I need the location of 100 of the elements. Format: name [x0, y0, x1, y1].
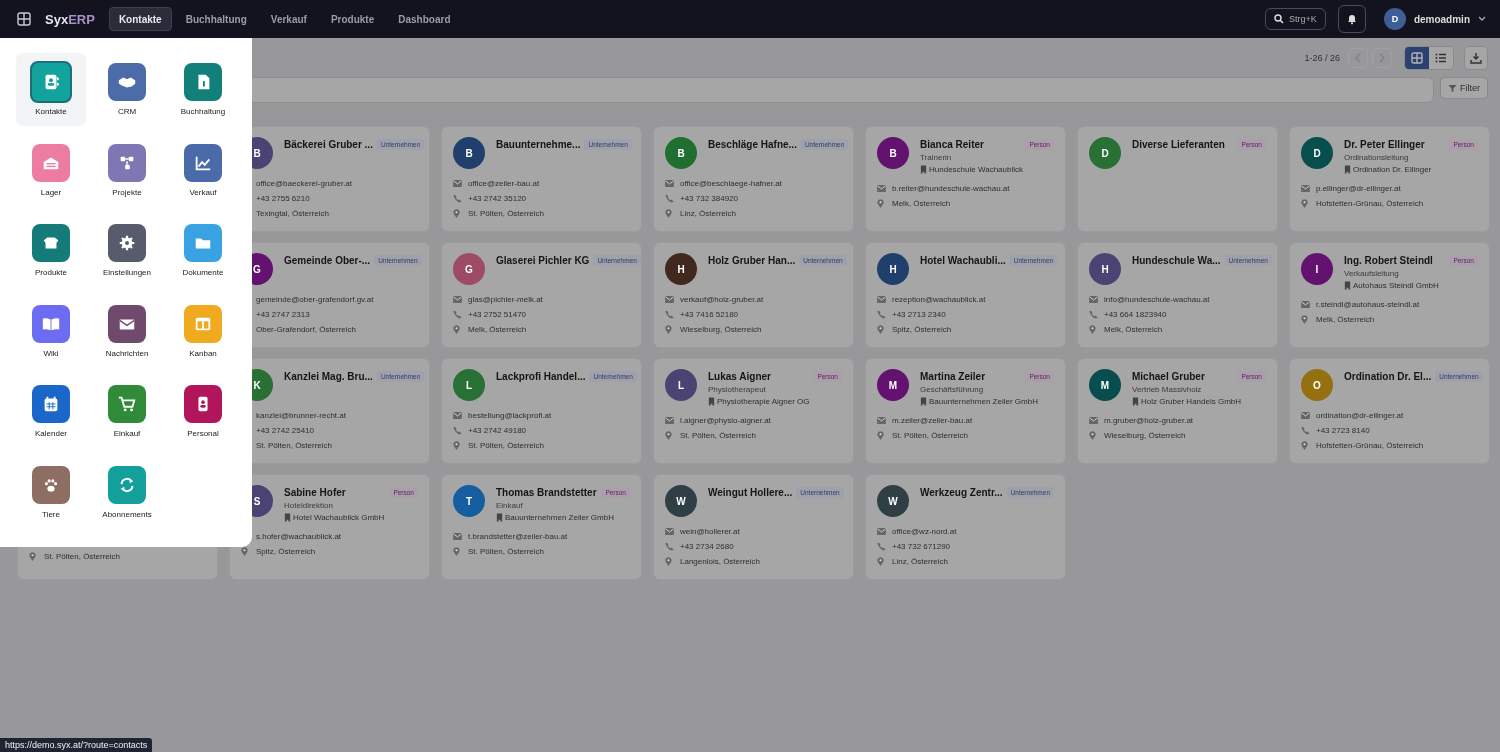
user-name[interactable]: demoadmin [1413, 13, 1470, 25]
contact-avatar: L [453, 369, 485, 401]
contact-phone: +43 2755 6210 [256, 194, 310, 203]
contact-email[interactable]: m.zeiler@zeiler-bau.at [892, 416, 973, 425]
contact-name: Thomas Brandstetter [496, 487, 597, 498]
contact-location: Langenlois, Österreich [680, 557, 761, 566]
location-pin-icon [1301, 441, 1308, 450]
contact-email[interactable]: info@hundeschule-wachau.at [1104, 295, 1210, 304]
app-tile[interactable]: Projekte [92, 133, 162, 207]
download-button[interactable] [1464, 46, 1488, 70]
app-tile[interactable]: Buchhaltung [168, 53, 238, 126]
phone-icon [665, 310, 674, 319]
contact-role: Physiotherapeut [708, 385, 767, 394]
mail-icon [665, 180, 674, 187]
contact-name: Michael Gruber [1132, 371, 1205, 382]
contact-email[interactable]: verkauf@holz-gruber.at [680, 295, 764, 304]
contact-phone: +43 2713 2340 [892, 310, 946, 319]
contact-avatar: L [665, 369, 697, 401]
phone-icon [665, 542, 674, 551]
contact-phone: +43 2752 51470 [468, 310, 527, 319]
contact-email[interactable]: office@zeiler-bau.at [468, 179, 540, 188]
contact-avatar: I [1301, 253, 1333, 285]
contact-location: Ober-Grafendorf, Österreich [256, 325, 357, 334]
search-icon [1274, 14, 1285, 24]
building-icon [1132, 397, 1139, 406]
contact-role: Vertrieb Massivholz [1132, 385, 1203, 394]
contact-location: Spitz, Österreich [256, 547, 316, 556]
contact-email[interactable]: s.hofer@wachaublick.at [256, 532, 342, 541]
phone-icon [1301, 426, 1310, 435]
contact-location: Linz, Österreich [892, 557, 949, 566]
app-tile[interactable]: Einkauf [92, 375, 162, 448]
nav-tab[interactable]: Dashboard [388, 7, 461, 31]
contact-avatar: H [877, 253, 909, 285]
contact-email[interactable]: l.aigner@physio-aigner.at [680, 416, 771, 425]
contact-location: St. Pölten, Österreich [468, 209, 545, 218]
app-tile[interactable]: Nachrichten [92, 294, 162, 368]
location-pin-icon [877, 431, 884, 440]
chevron-down-icon[interactable] [1478, 16, 1486, 22]
contact-email[interactable]: ordination@dr-ellinger.at [1316, 411, 1404, 420]
filter-button[interactable]: Filter [1440, 77, 1488, 99]
app-tile[interactable]: CRM [92, 53, 162, 126]
contact-email[interactable]: r.steindl@autohaus-steindl.at [1316, 300, 1420, 309]
contact-email[interactable]: b.reiter@hundeschule-wachau.at [892, 184, 1010, 193]
contact-name: Ing. Robert Steindl [1344, 255, 1433, 266]
app-tile[interactable]: Kontakte [16, 53, 86, 126]
location-pin-icon [29, 552, 36, 561]
contact-email[interactable]: kanzlei@brunner-recht.at [256, 411, 346, 420]
contact-avatar: M [877, 369, 909, 401]
contact-location: Hofstetten-Grünau, Österreich [1316, 441, 1424, 450]
contact-email[interactable]: bestellung@lackprofi.at [468, 411, 552, 420]
contact-email[interactable]: m.gruber@holz-gruber.at [1104, 416, 1194, 425]
app-grid-icon[interactable] [17, 12, 31, 26]
app-tile[interactable]: Kalender [16, 375, 86, 448]
contact-location: Hofstetten-Grünau, Österreich [1316, 199, 1424, 208]
contact-avatar: D [1089, 137, 1121, 169]
app-tile[interactable]: Tiere [16, 455, 86, 529]
contact-company: Hundeschule Wachaublick [929, 165, 1023, 174]
grid-view-button[interactable] [1405, 47, 1429, 69]
user-avatar[interactable]: D [1383, 8, 1406, 30]
contact-email[interactable]: office@beschlaege-hafner.at [680, 179, 782, 188]
list-view-button[interactable] [1429, 47, 1453, 69]
building-icon [1344, 281, 1351, 290]
location-pin-icon [1089, 325, 1096, 334]
app-tile[interactable]: Wiki [16, 294, 86, 368]
location-pin-icon [877, 325, 884, 334]
contact-avatar: O [1301, 369, 1333, 401]
mail-icon [665, 296, 674, 303]
contact-email[interactable]: office@baeckerei-gruber.at [256, 179, 353, 188]
app-tile[interactable]: Produkte [16, 214, 86, 287]
contact-location: Melk, Österreich [1104, 325, 1163, 334]
contact-email[interactable]: wein@hollerer.at [680, 527, 740, 536]
search-button[interactable]: Strg+K [1265, 8, 1326, 30]
phone-icon [877, 542, 886, 551]
contact-email[interactable]: rezeption@wachaublick.at [892, 295, 986, 304]
location-pin-icon [241, 547, 248, 556]
contact-email[interactable]: p.ellinger@dr-ellinger.at [1316, 184, 1401, 193]
nav-tab[interactable]: Verkauf [260, 7, 317, 31]
contact-role: Ordinationsleitung [1344, 153, 1410, 162]
contact-location: Wieselburg, Österreich [680, 325, 762, 334]
nav-tab[interactable]: Kontakte [108, 7, 172, 31]
mail-icon [1089, 417, 1098, 424]
contact-name: Diverse Lieferanten [1132, 139, 1225, 150]
location-pin-icon [877, 199, 884, 208]
app-tile[interactable]: Abonnements [92, 455, 162, 529]
contact-email[interactable]: gemeinde@ober-grafendorf.gv.at [256, 295, 374, 304]
nav-tab[interactable]: Buchhaltung [175, 7, 257, 31]
contact-email[interactable]: t.brandstetter@zeiler-bau.at [468, 532, 568, 541]
app-tile[interactable]: Einstellungen [92, 214, 162, 287]
mail-icon [877, 528, 886, 535]
location-pin-icon [877, 557, 884, 566]
mail-icon [877, 417, 886, 424]
logo[interactable]: SyxERP [45, 11, 95, 27]
app-tile[interactable]: Lager [16, 133, 86, 207]
contact-location: St. Pölten, Österreich [44, 552, 121, 561]
nav-tab[interactable]: Produkte [320, 7, 385, 31]
mail-icon [877, 185, 886, 192]
contact-avatar: M [1089, 369, 1121, 401]
contact-email[interactable]: office@wz-nord.at [892, 527, 957, 536]
notification-button[interactable] [1337, 5, 1366, 33]
contact-email[interactable]: glas@pichler-melk.at [468, 295, 543, 304]
